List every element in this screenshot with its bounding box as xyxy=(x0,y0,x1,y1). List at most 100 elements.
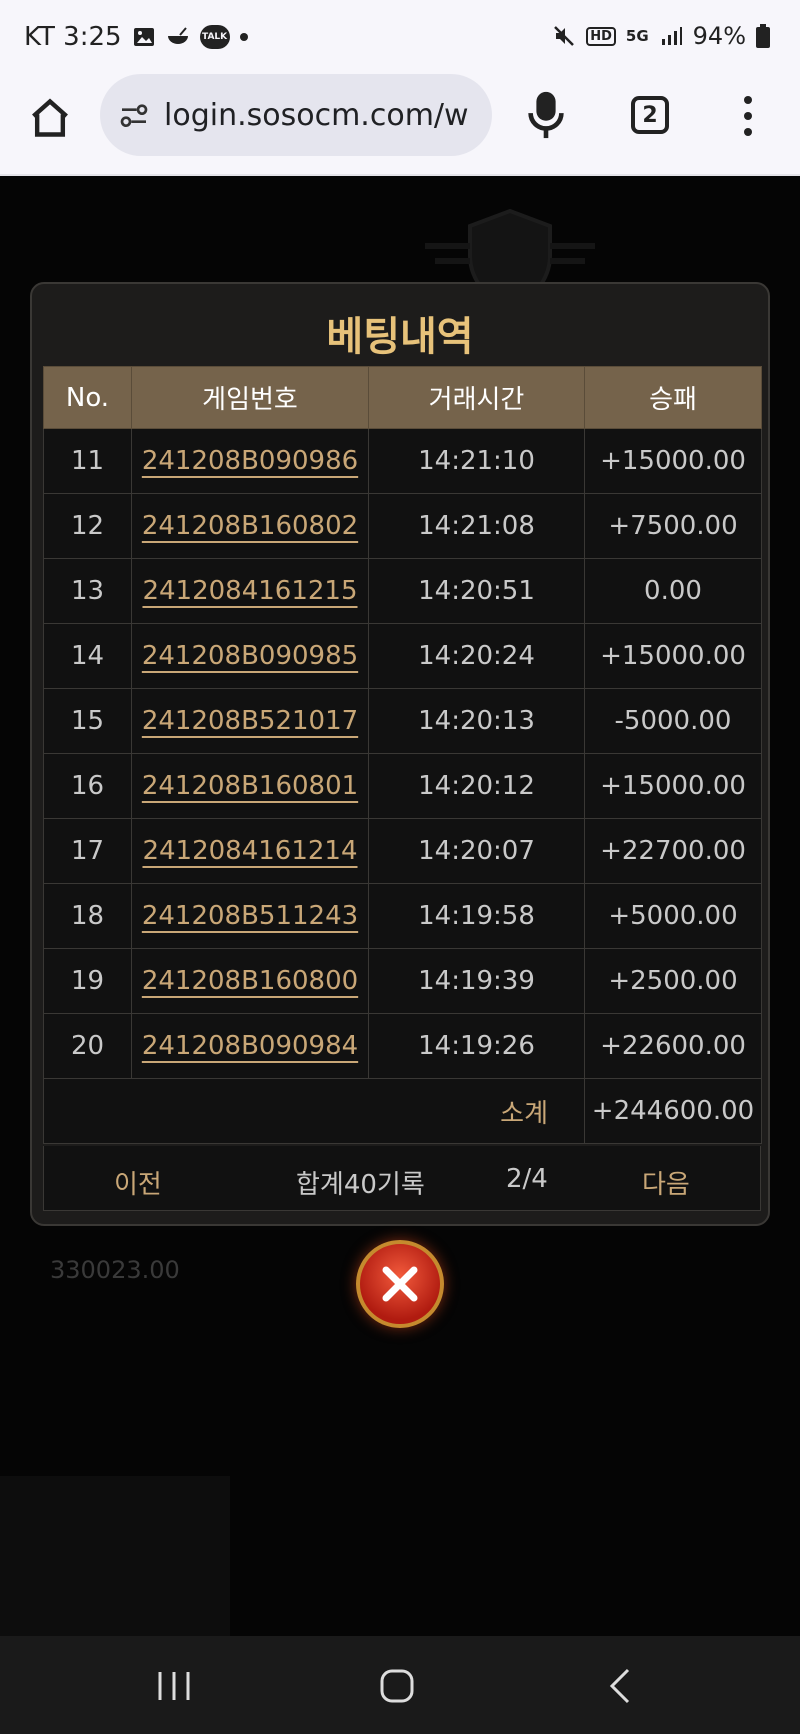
row-no: 11 xyxy=(43,428,132,494)
row-result: -5000.00 xyxy=(584,688,762,754)
row-time: 14:19:39 xyxy=(368,948,585,1014)
talk-icon: TALK xyxy=(199,25,230,49)
row-result: 0.00 xyxy=(584,558,762,624)
game-id-cell: 241208B511243 xyxy=(131,883,369,949)
row-time: 14:20:12 xyxy=(368,753,585,819)
network-label: 5G xyxy=(625,26,649,45)
network-icon: 5G xyxy=(625,26,649,45)
game-id-link[interactable]: 2412084161214 xyxy=(142,836,357,866)
next-page-button[interactable]: 다음 xyxy=(642,1164,690,1201)
table-row: 16 241208B160801 14:20:12 +15000.00 xyxy=(43,753,762,819)
row-result: +22700.00 xyxy=(584,818,762,884)
total-records: 합계40기록 xyxy=(296,1170,425,1200)
table-row: 19 241208B160800 14:19:39 +2500.00 xyxy=(43,948,762,1014)
subtotal-label: 소계 xyxy=(43,1078,585,1144)
game-id-link[interactable]: 241208B090984 xyxy=(142,1031,358,1061)
pagination: 이전 합계40기록 2/4 다음 xyxy=(43,1146,761,1211)
row-no: 14 xyxy=(43,623,132,689)
column-header-no: No. xyxy=(43,366,132,429)
table-row: 13 2412084161215 14:20:51 0.00 xyxy=(43,558,762,624)
home-nav-icon[interactable] xyxy=(375,1664,419,1708)
talk-label: TALK xyxy=(202,32,228,42)
site-settings-icon[interactable] xyxy=(118,99,150,131)
table-row: 12 241208B160802 14:21:08 +7500.00 xyxy=(43,493,762,559)
tab-count: 2 xyxy=(642,102,658,128)
table-row: 11 241208B090986 14:21:10 +15000.00 xyxy=(43,428,762,494)
bowl-icon xyxy=(167,27,188,44)
row-result: +5000.00 xyxy=(584,883,762,949)
status-bar: KT 3:25 TALK HD 5G 94% xyxy=(0,0,800,72)
column-header-result: 승패 xyxy=(584,366,762,429)
status-left: KT 3:25 TALK xyxy=(24,22,248,52)
row-result: +7500.00 xyxy=(584,493,762,559)
row-result: +15000.00 xyxy=(584,428,762,494)
game-id-cell: 241208B521017 xyxy=(131,688,369,754)
game-id-cell: 2412084161215 xyxy=(131,558,369,624)
row-no: 18 xyxy=(43,883,132,949)
address-bar[interactable]: login.sosocm.com/w xyxy=(100,74,492,156)
row-time: 14:20:51 xyxy=(368,558,585,624)
row-time: 14:20:13 xyxy=(368,688,585,754)
more-menu-icon[interactable] xyxy=(738,94,758,138)
mic-icon[interactable] xyxy=(526,90,566,140)
signal-icon xyxy=(661,27,682,45)
status-right: HD 5G 94% xyxy=(552,22,770,50)
game-id-link[interactable]: 241208B090985 xyxy=(142,641,358,671)
game-id-link[interactable]: 241208B160800 xyxy=(142,966,358,996)
row-no: 20 xyxy=(43,1013,132,1079)
table-row: 14 241208B090985 14:20:24 +15000.00 xyxy=(43,623,762,689)
table-row: 20 241208B090984 14:19:26 +22600.00 xyxy=(43,1013,762,1079)
row-no: 15 xyxy=(43,688,132,754)
home-icon[interactable] xyxy=(28,96,72,140)
close-modal-button[interactable] xyxy=(356,1240,444,1328)
balance-value: 330023.00 xyxy=(50,1256,180,1284)
table-header-row: No. 게임번호 거래시간 승패 xyxy=(43,366,762,429)
gallery-icon xyxy=(133,28,154,46)
hd-label: HD xyxy=(590,28,612,44)
tab-switcher-button[interactable]: 2 xyxy=(631,96,669,134)
browser-toolbar: login.sosocm.com/w 2 xyxy=(0,72,800,176)
betting-history-modal: 베팅내역 No. 게임번호 거래시간 승패 11 241208B090986 1… xyxy=(30,282,770,1226)
system-nav-bar xyxy=(0,1636,800,1734)
game-id-cell: 241208B160800 xyxy=(131,948,369,1014)
game-id-cell: 241208B090985 xyxy=(131,623,369,689)
game-id-cell: 241208B160801 xyxy=(131,753,369,819)
column-header-game-id: 게임번호 xyxy=(131,366,369,429)
game-id-link[interactable]: 241208B090986 xyxy=(142,446,358,476)
recent-apps-icon[interactable] xyxy=(152,1664,196,1708)
mute-icon xyxy=(554,26,575,46)
subtotal-value: +244600.00 xyxy=(584,1078,762,1144)
hd-icon: HD xyxy=(586,26,616,46)
row-no: 12 xyxy=(43,493,132,559)
url-text[interactable]: login.sosocm.com/w xyxy=(164,98,469,133)
battery-icon xyxy=(756,24,770,48)
row-no: 16 xyxy=(43,753,132,819)
prev-page-button[interactable]: 이전 xyxy=(114,1164,162,1201)
back-icon[interactable] xyxy=(600,1664,644,1708)
row-result: +22600.00 xyxy=(584,1013,762,1079)
game-id-link[interactable]: 2412084161215 xyxy=(142,576,357,606)
game-id-link[interactable]: 241208B160801 xyxy=(142,771,358,801)
row-time: 14:19:26 xyxy=(368,1013,585,1079)
game-id-link[interactable]: 241208B160802 xyxy=(142,511,358,541)
row-time: 14:20:24 xyxy=(368,623,585,689)
carrier-time: KT 3:25 xyxy=(24,22,122,52)
close-icon xyxy=(382,1266,418,1302)
row-result: +15000.00 xyxy=(584,753,762,819)
row-time: 14:21:10 xyxy=(368,428,585,494)
battery-percent: 94% xyxy=(692,22,746,50)
row-time: 14:20:07 xyxy=(368,818,585,884)
column-header-time: 거래시간 xyxy=(368,366,585,429)
page-indicator: 2/4 xyxy=(506,1164,548,1194)
row-no: 13 xyxy=(43,558,132,624)
game-id-cell: 2412084161214 xyxy=(131,818,369,884)
row-time: 14:19:58 xyxy=(368,883,585,949)
table-row: 18 241208B511243 14:19:58 +5000.00 xyxy=(43,883,762,949)
table-row: 17 2412084161214 14:20:07 +22700.00 xyxy=(43,818,762,884)
row-result: +2500.00 xyxy=(584,948,762,1014)
dot-icon xyxy=(239,33,248,41)
game-id-link[interactable]: 241208B511243 xyxy=(142,901,358,931)
row-result: +15000.00 xyxy=(584,623,762,689)
game-id-link[interactable]: 241208B521017 xyxy=(142,706,358,736)
row-no: 17 xyxy=(43,818,132,884)
